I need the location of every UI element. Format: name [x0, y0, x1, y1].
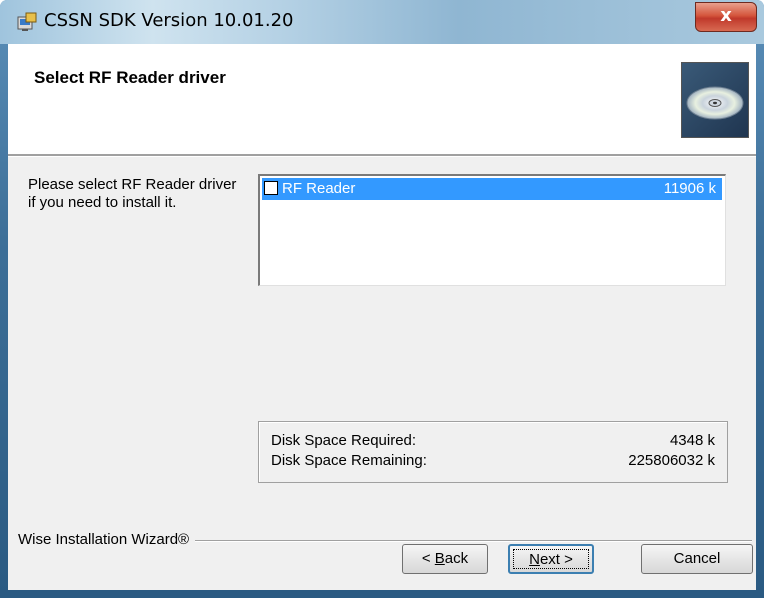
- back-button[interactable]: < Back: [402, 544, 488, 574]
- header-divider: [8, 154, 756, 157]
- close-button[interactable]: x: [695, 2, 757, 32]
- page-title: Select RF Reader driver: [34, 68, 226, 87]
- back-button-prefix: <: [421, 550, 435, 567]
- list-item-rf-reader[interactable]: RF Reader 11906 k: [262, 178, 722, 200]
- disk-space-remaining-label: Disk Space Remaining:: [271, 452, 427, 469]
- disk-space-remaining-value: 225806032 k: [628, 452, 715, 469]
- installer-window: CSSN SDK Version 10.01.20 x Select RF Re…: [0, 0, 764, 598]
- instructions-text: Please select RF Reader driver if you ne…: [28, 176, 237, 211]
- back-button-hotkey: B: [434, 550, 445, 567]
- wizard-brand-label: Wise Installation Wizard®: [18, 531, 196, 548]
- back-button-rest: ack: [444, 550, 469, 567]
- window-title: CSSN SDK Version 10.01.20: [44, 10, 294, 31]
- next-button[interactable]: Next >: [508, 544, 594, 574]
- cancel-button[interactable]: Cancel: [641, 544, 753, 574]
- wizard-header: Select RF Reader driver: [8, 44, 756, 156]
- rf-reader-checkbox[interactable]: [264, 181, 278, 195]
- disk-space-required-value: 4348 k: [669, 432, 715, 449]
- dialog-client-area: Select RF Reader driver Please select RF…: [8, 44, 756, 590]
- list-item-size: 11906 k: [663, 180, 716, 197]
- installer-app-icon: [17, 12, 37, 31]
- focus-rectangle: [513, 549, 589, 569]
- disk-space-required-label: Disk Space Required:: [271, 432, 417, 449]
- title-bar[interactable]: CSSN SDK Version 10.01.20 x: [0, 0, 764, 44]
- disk-space-panel: Disk Space Required: 4348 k Disk Space R…: [258, 421, 728, 483]
- close-icon: x: [720, 5, 732, 26]
- component-list[interactable]: RF Reader 11906 k: [258, 174, 726, 286]
- cd-disc-icon: [681, 62, 749, 138]
- list-item-label: RF Reader: [282, 180, 356, 197]
